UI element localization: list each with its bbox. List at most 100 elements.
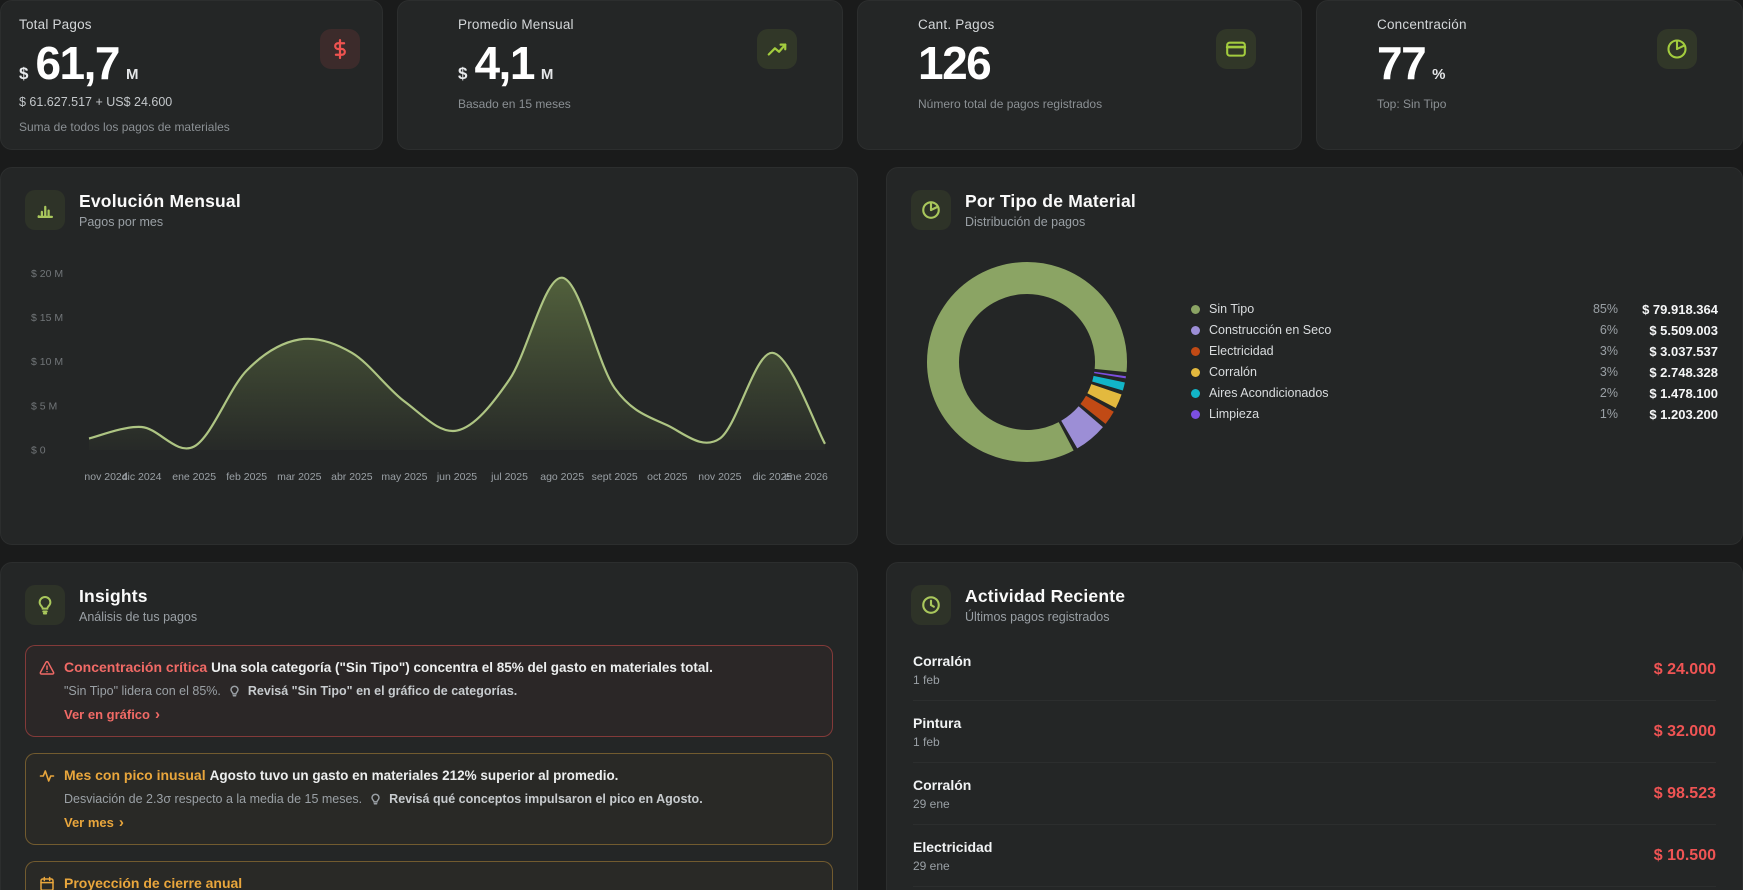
stat-card-description: Suma de todos los pagos de materiales bbox=[19, 120, 366, 134]
legend-percent: 85% bbox=[1574, 303, 1618, 316]
material-header: Por Tipo de Material Distribución de pag… bbox=[887, 168, 1742, 238]
insight-alert: Proyección de cierre anual Se proyecta u… bbox=[25, 861, 833, 890]
insight-link[interactable]: Ver mes › bbox=[39, 815, 814, 830]
clock-icon bbox=[911, 585, 951, 625]
alert-triangle-icon bbox=[39, 660, 55, 676]
lightbulb-icon bbox=[25, 585, 65, 625]
insights-list: Concentración crítica Una sola categoría… bbox=[1, 633, 857, 890]
activity-panel: Actividad Reciente Últimos pagos registr… bbox=[886, 562, 1743, 890]
details-row: Insights Análisis de tus pagos Concentra… bbox=[0, 562, 1743, 890]
insight-tip: Revisá qué conceptos impulsaron el pico … bbox=[389, 792, 703, 806]
legend-row: Electricidad 3% $ 3.037.537 bbox=[1191, 345, 1718, 358]
activity-amount: $ 98.523 bbox=[1654, 785, 1716, 803]
legend-percent: 6% bbox=[1574, 324, 1618, 337]
activity-icon bbox=[39, 768, 55, 784]
legend-label: Construcción en Seco bbox=[1209, 324, 1331, 337]
legend-amount: $ 5.509.003 bbox=[1618, 324, 1718, 337]
legend-amount: $ 2.748.328 bbox=[1618, 366, 1718, 379]
insights-title: Insights bbox=[79, 586, 197, 607]
svg-text:$ 0: $ 0 bbox=[31, 445, 46, 457]
activity-row: Electricidad 29 ene $ 10.500 bbox=[913, 825, 1716, 887]
activity-amount: $ 32.000 bbox=[1654, 723, 1716, 741]
activity-row: Corralón 1 feb $ 24.000 bbox=[913, 639, 1716, 701]
activity-header: Actividad Reciente Últimos pagos registr… bbox=[887, 563, 1742, 633]
calendar-icon bbox=[39, 876, 55, 890]
legend-row: Construcción en Seco 6% $ 5.509.003 bbox=[1191, 324, 1718, 337]
lightbulb-tip-icon bbox=[228, 685, 241, 698]
evolution-panel: Evolución Mensual Pagos por mes $ 20 M$ … bbox=[0, 167, 858, 545]
stat-card-label: Total Pagos bbox=[19, 17, 366, 32]
insight-title: Concentración crítica bbox=[64, 659, 207, 675]
legend-dot bbox=[1191, 326, 1200, 335]
legend-row: Aires Acondicionados 2% $ 1.478.100 bbox=[1191, 387, 1718, 400]
stat-card: Promedio Mensual $ 4,1 M Basado en 15 me… bbox=[397, 0, 843, 150]
insight-link-label: Ver mes bbox=[64, 815, 114, 830]
stat-card-description: Top: Sin Tipo bbox=[1377, 97, 1726, 111]
insight-tip: Revisá "Sin Tipo" en el gráfico de categ… bbox=[248, 684, 517, 698]
stat-card-description: Basado en 15 meses bbox=[458, 97, 826, 111]
stats-row: Total Pagos $ 61,7 M $ 61.627.517 + US$ … bbox=[0, 0, 1743, 150]
insight-lead: Una sola categoría ("Sin Tipo") concentr… bbox=[211, 660, 713, 675]
svg-text:nov 2025: nov 2025 bbox=[698, 471, 741, 483]
activity-name: Electricidad bbox=[913, 839, 992, 855]
svg-text:feb 2025: feb 2025 bbox=[226, 471, 267, 483]
insight-alert: Mes con pico inusual Agosto tuvo un gast… bbox=[25, 753, 833, 845]
insights-subtitle: Análisis de tus pagos bbox=[79, 610, 197, 624]
stat-card: Concentración 77 % Top: Sin Tipo bbox=[1316, 0, 1743, 150]
chevron-right-icon: › bbox=[155, 710, 160, 720]
svg-text:oct 2025: oct 2025 bbox=[647, 471, 687, 483]
dollar-icon bbox=[320, 29, 360, 69]
stat-card-value: 77 bbox=[1377, 40, 1425, 86]
charts-row: Evolución Mensual Pagos por mes $ 20 M$ … bbox=[0, 167, 1743, 545]
activity-date: 1 feb bbox=[913, 735, 961, 749]
legend-label: Corralón bbox=[1209, 366, 1257, 379]
legend-amount: $ 1.203.200 bbox=[1618, 408, 1718, 421]
activity-name: Corralón bbox=[913, 777, 971, 793]
svg-text:dic 2024: dic 2024 bbox=[122, 471, 162, 483]
legend-amount: $ 3.037.537 bbox=[1618, 345, 1718, 358]
legend-dot bbox=[1191, 368, 1200, 377]
stat-card-prefix: $ bbox=[458, 64, 467, 84]
evolution-chart: $ 20 M$ 15 M$ 10 M$ 5 M$ 0nov 2024dic 20… bbox=[1, 238, 857, 512]
activity-name: Pintura bbox=[913, 715, 961, 731]
stat-card-description: Número total de pagos registrados bbox=[918, 97, 1285, 111]
material-title: Por Tipo de Material bbox=[965, 191, 1136, 212]
lightbulb-tip-icon bbox=[369, 793, 382, 806]
activity-date: 29 ene bbox=[913, 859, 992, 873]
activity-row: Corralón 29 ene $ 98.523 bbox=[913, 763, 1716, 825]
insight-link[interactable]: Ver en gráfico › bbox=[39, 707, 814, 722]
legend-label: Sin Tipo bbox=[1209, 303, 1254, 316]
donut-chart bbox=[911, 246, 1143, 478]
insight-lead: Agosto tuvo un gasto en materiales 212% … bbox=[210, 768, 619, 783]
svg-text:jul 2025: jul 2025 bbox=[490, 471, 528, 483]
stat-card-suffix: M bbox=[126, 66, 139, 83]
insight-detail: "Sin Tipo" lidera con el 85%. bbox=[64, 684, 221, 698]
dashboard-page: Total Pagos $ 61,7 M $ 61.627.517 + US$ … bbox=[0, 0, 1743, 890]
svg-text:may 2025: may 2025 bbox=[381, 471, 427, 483]
activity-subtitle: Últimos pagos registrados bbox=[965, 610, 1125, 624]
legend-percent: 3% bbox=[1574, 345, 1618, 358]
credit-card-icon bbox=[1216, 29, 1256, 69]
stat-card-suffix: % bbox=[1432, 66, 1445, 83]
legend-row: Limpieza 1% $ 1.203.200 bbox=[1191, 408, 1718, 421]
svg-text:mar 2025: mar 2025 bbox=[277, 471, 322, 483]
pie-chart-icon bbox=[1657, 29, 1697, 69]
legend-label: Electricidad bbox=[1209, 345, 1274, 358]
legend-label: Limpieza bbox=[1209, 408, 1259, 421]
stat-card-value: 126 bbox=[918, 40, 990, 86]
svg-text:ene 2025: ene 2025 bbox=[172, 471, 216, 483]
donut-legend: Sin Tipo 85% $ 79.918.364 Construcción e… bbox=[1143, 303, 1718, 421]
evolution-subtitle: Pagos por mes bbox=[79, 215, 241, 229]
svg-text:$ 10 M: $ 10 M bbox=[31, 356, 63, 368]
activity-date: 29 ene bbox=[913, 797, 971, 811]
insight-detail: Desviación de 2.3σ respecto a la media d… bbox=[64, 792, 362, 806]
legend-row: Sin Tipo 85% $ 79.918.364 bbox=[1191, 303, 1718, 316]
insight-title: Mes con pico inusual bbox=[64, 767, 206, 783]
stat-card: Total Pagos $ 61,7 M $ 61.627.517 + US$ … bbox=[0, 0, 383, 150]
material-panel: Por Tipo de Material Distribución de pag… bbox=[886, 167, 1743, 545]
legend-dot bbox=[1191, 389, 1200, 398]
chevron-right-icon: › bbox=[119, 818, 124, 828]
legend-row: Corralón 3% $ 2.748.328 bbox=[1191, 366, 1718, 379]
svg-text:ene 2026: ene 2026 bbox=[784, 471, 828, 483]
legend-amount: $ 79.918.364 bbox=[1618, 303, 1718, 316]
